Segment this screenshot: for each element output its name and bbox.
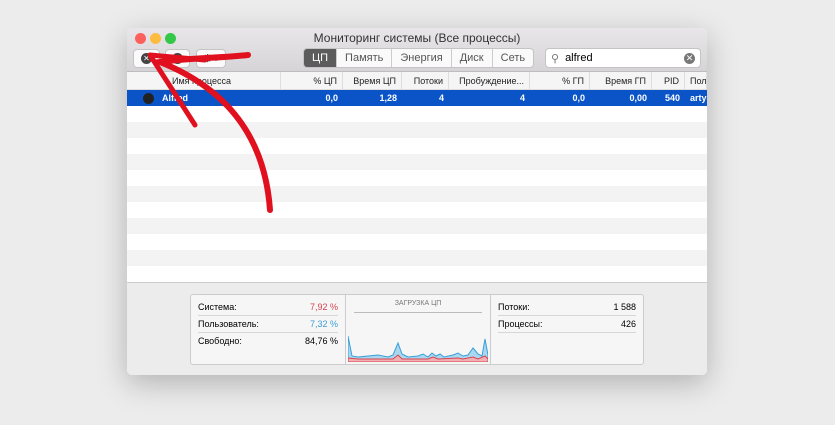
cell-cpu-time: 1,28 (379, 93, 397, 103)
idle-value: 84,76 % (304, 336, 338, 346)
cell-cpu: 0,0 (325, 93, 338, 103)
tab-memory[interactable]: Память (336, 49, 391, 67)
info-button[interactable]: i (165, 49, 190, 68)
idle-label: Свободно: (198, 336, 242, 346)
col-cpu[interactable]: % ЦП (281, 72, 343, 89)
activity-monitor-window: Мониторинг системы (Все процессы) ✕ i ⚙ ⌄… (127, 28, 707, 375)
col-user[interactable]: Пол (685, 72, 707, 89)
col-name[interactable]: Имя процесса (127, 72, 281, 89)
cell-gpu-time: 0,00 (629, 93, 647, 103)
stop-process-button[interactable]: ✕ (133, 49, 160, 68)
info-icon: i (172, 53, 183, 64)
table-row[interactable]: Alfred 0,0 1,28 4 4 0,0 0,00 540 artyo (127, 90, 707, 106)
toolbar: Мониторинг системы (Все процессы) ✕ i ⚙ ⌄… (127, 28, 707, 72)
col-gpu[interactable]: % ГП (530, 72, 590, 89)
user-label: Пользователь: (198, 319, 259, 329)
table-header: Имя процесса % ЦП Время ЦП Потоки Пробуж… (127, 72, 707, 90)
tab-network[interactable]: Сеть (491, 49, 533, 67)
tab-disk[interactable]: Диск (450, 49, 492, 67)
clear-search-icon[interactable]: ✕ (684, 52, 695, 64)
chevron-down-icon: ⌄ (212, 54, 220, 63)
user-value: 7,32 % (309, 319, 338, 329)
gear-icon: ⚙ (202, 53, 213, 65)
system-value: 7,92 % (309, 302, 338, 312)
threads-label: Потоки: (498, 302, 530, 312)
action-menu-button[interactable]: ⚙ ⌄ (196, 49, 226, 68)
cell-wakeups: 4 (519, 93, 525, 103)
search-icon: ⚲ (551, 52, 560, 65)
search-input[interactable]: ⚲ alfred ✕ (545, 48, 701, 68)
process-name: Alfred (162, 92, 189, 103)
cell-gpu: 0,0 (572, 93, 585, 103)
alfred-app-icon (143, 92, 154, 104)
col-gpu-time[interactable]: Время ГП (590, 72, 652, 89)
processes-value: 426 (620, 319, 636, 329)
tab-energy[interactable]: Энергия (391, 49, 450, 67)
window-title: Мониторинг системы (Все процессы) (313, 31, 521, 45)
search-value: alfred (565, 52, 593, 64)
empty-rows (127, 106, 707, 281)
system-label: Система: (198, 302, 237, 312)
processes-label: Процессы: (498, 319, 543, 329)
cell-threads: 4 (438, 93, 444, 103)
cpu-summary: Система: 7,92 % Пользователь: 7,32 % Свобо… (127, 282, 707, 375)
cpu-load-graph (348, 335, 488, 362)
category-tabs: ЦП Память Энергия Диск Сеть (303, 48, 535, 68)
cpu-load-title: ЗАГРУЗКА ЦП (354, 300, 482, 313)
tab-cpu[interactable]: ЦП (304, 49, 337, 67)
col-cpu-time[interactable]: Время ЦП (343, 72, 402, 89)
cell-pid: 540 (664, 93, 680, 103)
col-pid[interactable]: PID (652, 72, 685, 89)
cell-user: artyo (690, 93, 707, 103)
col-threads[interactable]: Потоки (402, 72, 449, 89)
stop-icon: ✕ (141, 53, 152, 64)
threads-value: 1 588 (613, 302, 636, 312)
col-wakeups[interactable]: Пробуждение... (449, 72, 530, 89)
